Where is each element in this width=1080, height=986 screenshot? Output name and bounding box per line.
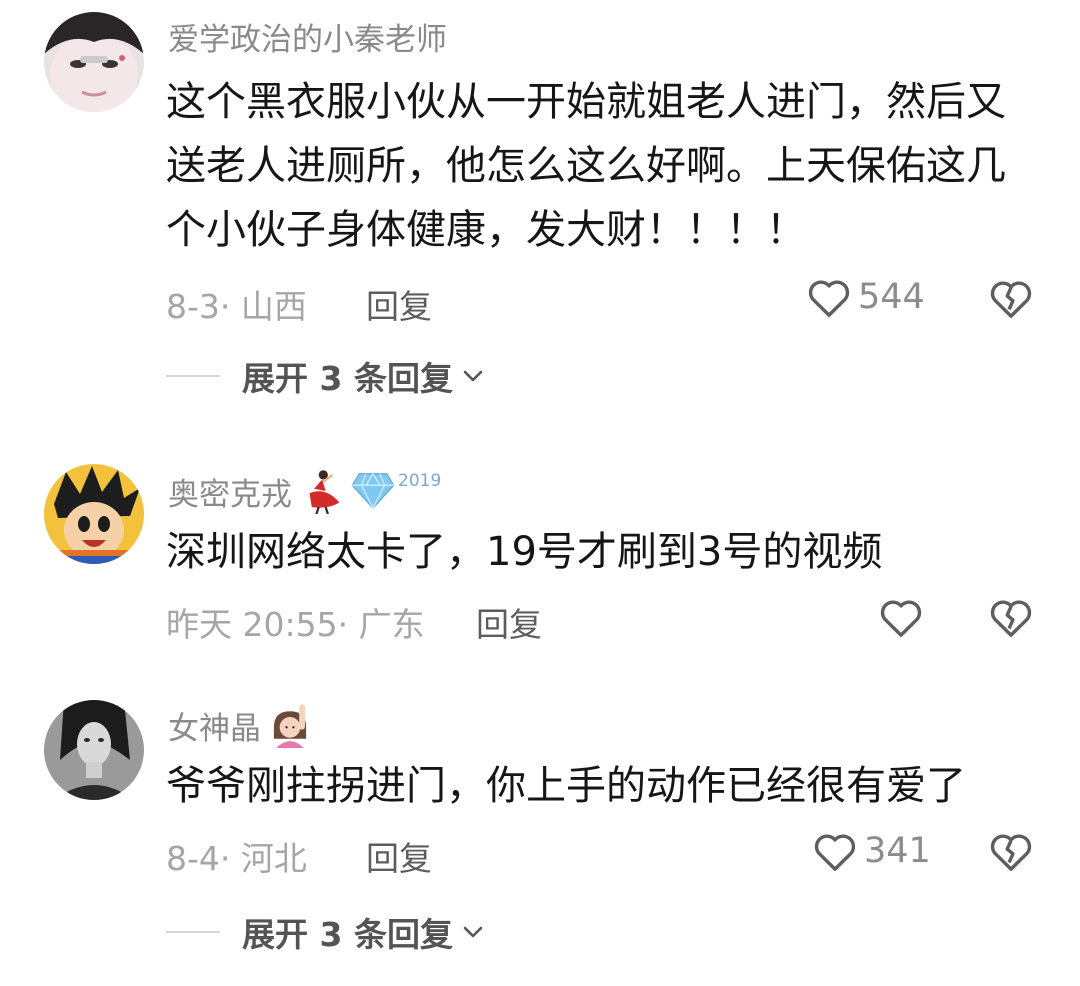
reply-button[interactable]: 回复 (476, 598, 542, 646)
expand-replies-label: 展开 3 条回复 (242, 359, 453, 398)
comment-meta: 8-3· 山西 (166, 287, 307, 326)
heart-outline-icon (880, 600, 922, 637)
expand-replies-button[interactable]: 展开 3 条回复 (166, 908, 485, 956)
comment-item: 女神晶 爷爷刚拄拐进门，你上手的动作已经很有爱了 8-4· 河北 回复 341 … (0, 690, 1080, 986)
heart-outline-icon (814, 834, 856, 871)
expand-replies-button[interactable]: 展开 3 条回复 (166, 352, 485, 400)
username[interactable]: 女神晶 (168, 702, 313, 748)
comment-item: 奥密克戎 2019 深圳网络太卡了，19号才刷到3号的视频 昨天 20:55· … (0, 450, 1080, 680)
username[interactable]: 爱学政治的小秦老师 (168, 14, 447, 59)
chevron-down-icon (463, 926, 483, 938)
comment-text: 这个黑衣服小伙从一开始就姐老人进门，然后又 送老人进厕所，他怎么这么好啊。上天保… (166, 79, 1006, 253)
broken-heart-icon (990, 600, 1032, 637)
dancer-emoji-icon (309, 470, 340, 514)
comment-meta: 8-4· 河北 (166, 839, 307, 878)
comment-meta: 昨天 20:55· 广东 (166, 605, 425, 644)
broken-heart-icon (990, 834, 1032, 871)
like-button[interactable]: 341 (812, 830, 931, 872)
diamond-badge-icon (351, 473, 395, 510)
avatar[interactable] (44, 700, 144, 800)
divider (166, 375, 220, 377)
comment-text: 爷爷刚拄拐进门，你上手的动作已经很有爱了 (166, 763, 966, 809)
avatar[interactable] (44, 12, 144, 112)
comment-item: 爱学政治的小秦老师 这个黑衣服小伙从一开始就姐老人进门，然后又 送老人进厕所，他… (0, 0, 1080, 420)
reply-button[interactable]: 回复 (366, 832, 432, 880)
like-count: 341 (864, 831, 931, 871)
like-button[interactable] (878, 596, 930, 638)
dislike-button[interactable] (988, 277, 1034, 323)
reply-button[interactable]: 回复 (366, 280, 432, 328)
heart-outline-icon (808, 280, 850, 317)
username[interactable]: 奥密克戎 2019 (168, 468, 441, 514)
chevron-down-icon (463, 370, 483, 382)
divider (166, 931, 220, 933)
comment-text: 深圳网络太卡了，19号才刷到3号的视频 (166, 529, 883, 575)
avatar[interactable] (44, 464, 144, 564)
dislike-button[interactable] (988, 830, 1034, 876)
broken-heart-icon (990, 281, 1032, 318)
like-button[interactable]: 544 (806, 276, 925, 318)
badge-year: 2019 (398, 471, 442, 491)
like-count: 544 (858, 277, 925, 317)
dislike-button[interactable] (988, 596, 1034, 642)
woman-raising-hand-emoji-icon (273, 704, 307, 748)
expand-replies-label: 展开 3 条回复 (242, 915, 453, 954)
